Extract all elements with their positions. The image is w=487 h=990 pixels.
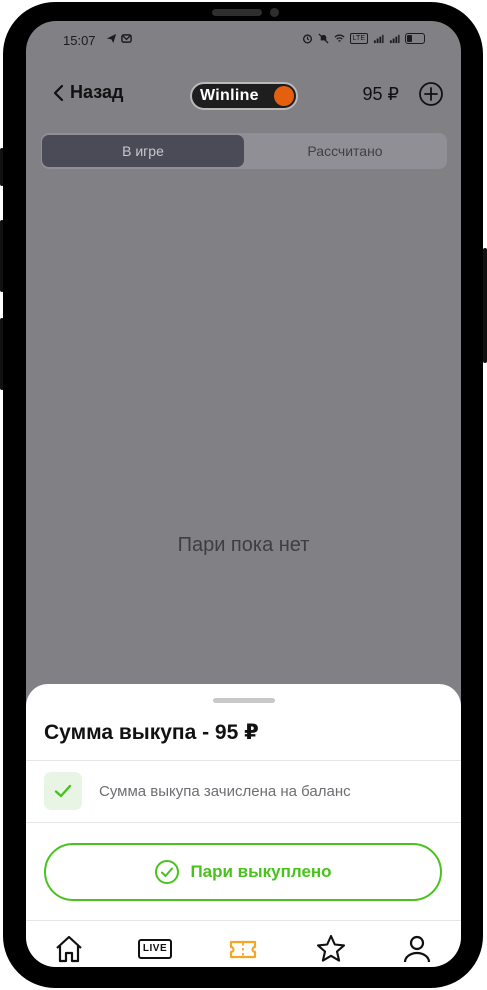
signal-icon-2 [389, 34, 400, 44]
network-type-badge: LTE [349, 33, 368, 44]
check-icon [54, 784, 72, 798]
cashout-notice: Сумма выкупа зачислена на баланс [99, 783, 351, 800]
balance-amount[interactable]: 95 ₽ [363, 84, 399, 105]
divider [26, 920, 461, 921]
chevron-left-icon [53, 84, 64, 101]
cta-label: Пари выкуплено [190, 862, 332, 881]
tab-settled[interactable]: Рассчитано [244, 135, 446, 167]
user-icon [403, 935, 431, 963]
brand-name: Winline [200, 87, 259, 104]
bottom-nav: LIVE [26, 924, 461, 967]
star-icon [316, 934, 346, 962]
mute-icon [318, 33, 329, 44]
phone-mockup: 15:07 LTE Назад Winline 95 ₽ В игре Расс… [0, 0, 487, 990]
power-button [483, 248, 487, 363]
cashout-bottom-sheet: Сумма выкупа - 95 ₽ Сумма выкупа зачисле… [26, 684, 461, 967]
nav-profile[interactable] [400, 932, 434, 966]
app-screen: 15:07 LTE Назад Winline 95 ₽ В игре Расс… [26, 21, 461, 967]
empty-state-text: Пари пока нет [177, 534, 310, 556]
brand-dot [274, 86, 294, 106]
add-funds-icon[interactable] [418, 81, 444, 107]
status-left-icons [106, 33, 132, 44]
nav-live[interactable]: LIVE [137, 932, 173, 966]
tab-in-play[interactable]: В игре [42, 135, 244, 167]
status-right-icons: LTE [302, 33, 425, 44]
wifi-icon [334, 34, 345, 42]
divider [26, 760, 461, 761]
success-check-badge [44, 772, 82, 810]
nav-home[interactable] [52, 932, 86, 966]
back-label: Назад [70, 82, 124, 102]
nav-favorites[interactable] [314, 932, 348, 966]
winline-logo[interactable]: Winline [190, 82, 298, 110]
front-camera [270, 8, 279, 17]
check-circle-icon [155, 860, 180, 884]
bet-cashed-out-button[interactable]: Пари выкуплено [44, 843, 442, 901]
home-icon [56, 935, 82, 963]
bet-status-tabs: В игре Рассчитано [41, 133, 447, 169]
signal-icon [373, 34, 384, 44]
back-button[interactable]: Назад [52, 82, 123, 103]
sheet-title: Сумма выкупа - 95 ₽ [44, 721, 259, 744]
app-header: Назад Winline 95 ₽ [26, 76, 461, 116]
message-icon [121, 34, 132, 43]
nav-coupon[interactable] [226, 932, 260, 966]
ticket-icon [229, 940, 257, 959]
battery-icon [405, 33, 425, 44]
speaker-grille [212, 9, 262, 16]
status-time: 15:07 [63, 33, 96, 48]
telegram-icon [106, 33, 117, 44]
alarm-icon [302, 34, 312, 44]
divider [26, 822, 461, 823]
status-bar: 15:07 LTE [26, 21, 461, 59]
sheet-grabber[interactable] [213, 698, 275, 703]
live-icon: LIVE [137, 939, 173, 959]
